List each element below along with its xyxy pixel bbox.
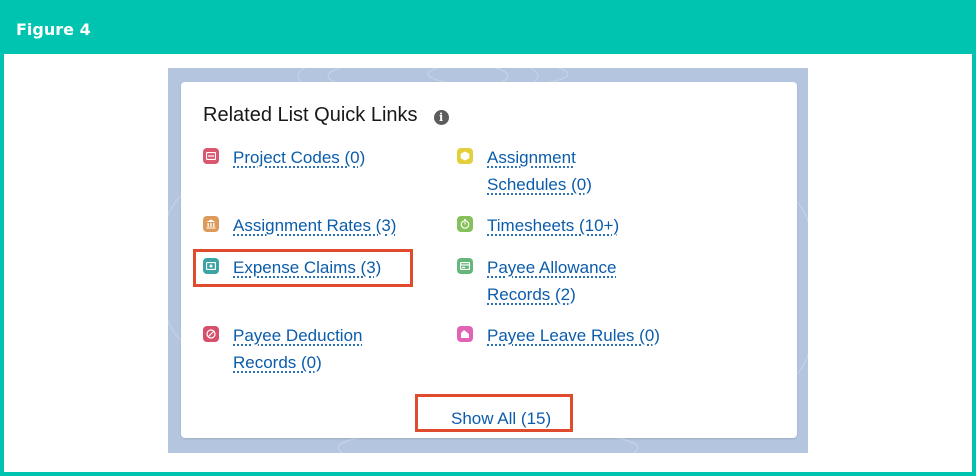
quick-link-label[interactable]: Payee Deduction Records (0): [233, 322, 383, 376]
quick-link-label[interactable]: Payee Leave Rules (0): [487, 322, 660, 349]
quick-link-payee-leave-rules[interactable]: Payee Leave Rules (0): [457, 322, 660, 349]
quick-link-label[interactable]: Project Codes (0): [233, 144, 365, 171]
assignment-schedules-icon: [457, 148, 473, 164]
quick-link-payee-deduction-records[interactable]: Payee Deduction Records (0): [203, 322, 383, 376]
project-codes-icon: [203, 148, 219, 164]
card-header: Related List Quick Links i: [203, 104, 449, 127]
info-icon[interactable]: i: [433, 110, 449, 125]
quick-link-assignment-schedules[interactable]: Assignment Schedules (0): [457, 144, 637, 198]
payee-leave-rules-icon: [457, 326, 473, 342]
figure-frame: Figure 4 Related List Quick Links i Proj…: [0, 0, 976, 476]
figure-header: Figure 4: [4, 4, 972, 54]
quick-link-label[interactable]: Timesheets (10+): [487, 212, 619, 239]
payee-allowance-records-icon: [457, 258, 473, 274]
payee-deduction-records-icon: [203, 326, 219, 342]
quick-link-label[interactable]: Assignment Schedules (0): [487, 144, 637, 198]
related-list-quick-links-card: Related List Quick Links i Project Codes…: [181, 82, 797, 438]
timesheets-icon: [457, 216, 473, 232]
assignment-rates-icon: [203, 216, 219, 232]
quick-link-label[interactable]: Assignment Rates (3): [233, 212, 396, 239]
quick-link-payee-allowance-records[interactable]: Payee Allowance Records (2): [457, 254, 637, 308]
quick-link-assignment-rates[interactable]: Assignment Rates (3): [203, 212, 396, 239]
card-title: Related List Quick Links: [203, 104, 418, 126]
screenshot-area: Related List Quick Links i Project Codes…: [168, 68, 808, 453]
quick-link-project-codes[interactable]: Project Codes (0): [203, 144, 365, 171]
show-all-highlight: [415, 394, 573, 432]
quick-link-label[interactable]: Payee Allowance Records (2): [487, 254, 637, 308]
quick-link-timesheets[interactable]: Timesheets (10+): [457, 212, 619, 239]
figure-title: Figure 4: [16, 20, 91, 39]
expense-claims-highlight: [193, 249, 413, 287]
